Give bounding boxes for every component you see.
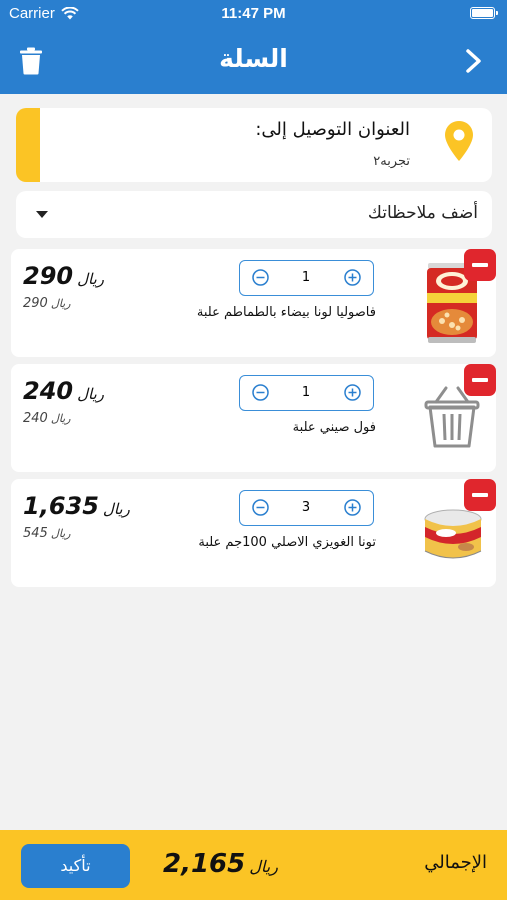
unit-price-amount: 240 xyxy=(23,411,48,426)
minus-circle-icon[interactable] xyxy=(252,384,269,401)
unit-price-amount: 290 xyxy=(23,296,48,311)
minus-circle-icon[interactable] xyxy=(252,269,269,286)
minus-circle-icon[interactable] xyxy=(252,499,269,516)
location-pin-icon xyxy=(445,121,473,161)
chevron-right-icon[interactable] xyxy=(465,48,483,74)
currency-label: ريال xyxy=(102,500,130,518)
grand-total: 2,165 ريال xyxy=(163,849,278,879)
delivery-address-card[interactable]: العنوان التوصيل إلى: تجربه٢ xyxy=(16,108,492,182)
item-total: 240 ريال xyxy=(23,377,104,405)
unit-price-amount: 545 xyxy=(23,526,48,541)
grand-total-amount: 2,165 xyxy=(163,849,246,879)
item-total-amount: 290 xyxy=(23,262,74,290)
cart-item: 1 فاصوليا لونا بيضاء بالطماطم علبة 290 ر… xyxy=(11,249,496,357)
caret-down-icon xyxy=(36,211,48,218)
cart-item: 1 فول صيني علبة 240 ريال 240 ريال xyxy=(11,364,496,472)
item-unit-price: 290 ريال xyxy=(23,296,71,311)
item-total: 1,635 ريال xyxy=(23,492,130,520)
notes-dropdown[interactable]: أضف ملاحظاتك xyxy=(16,191,492,238)
plus-circle-icon[interactable] xyxy=(344,269,361,286)
item-unit-price: 240 ريال xyxy=(23,411,71,426)
quantity-stepper: 1 xyxy=(239,260,374,296)
nav-bar: السلة xyxy=(0,28,507,94)
currency-label: ريال xyxy=(77,270,104,288)
plus-circle-icon[interactable] xyxy=(344,499,361,516)
currency-label: ريال xyxy=(77,385,104,403)
currency-label: ريال xyxy=(249,857,278,876)
item-name: فاصوليا لونا بيضاء بالطماطم علبة xyxy=(196,305,376,320)
status-bar: Carrier 11:47 PM xyxy=(0,0,507,28)
quantity-stepper: 3 xyxy=(239,490,374,526)
currency-label: ريال xyxy=(50,527,71,540)
cart-item: 3 تونا الغويزي الاصلي 100جم علبة 1,635 ر… xyxy=(11,479,496,587)
status-time: 11:47 PM xyxy=(221,5,286,22)
checkout-footer: تأكيد 2,165 ريال الإجمالي xyxy=(0,830,507,900)
remove-item-button[interactable] xyxy=(464,364,496,396)
remove-item-button[interactable] xyxy=(464,249,496,281)
item-unit-price: 545 ريال xyxy=(23,526,71,541)
item-total-amount: 240 xyxy=(23,377,74,405)
currency-label: ريال xyxy=(50,412,71,425)
item-total-amount: 1,635 xyxy=(23,492,99,520)
quantity-value: 3 xyxy=(301,500,311,515)
plus-circle-icon[interactable] xyxy=(344,384,361,401)
address-accent-bar xyxy=(16,108,40,182)
page-title: السلة xyxy=(219,44,288,73)
item-total: 290 ريال xyxy=(23,262,104,290)
notes-label: أضف ملاحظاتك xyxy=(367,203,478,223)
item-name: فول صيني علبة xyxy=(292,420,376,435)
quantity-value: 1 xyxy=(301,270,311,285)
currency-label: ريال xyxy=(50,297,71,310)
item-name: تونا الغويزي الاصلي 100جم علبة xyxy=(198,535,376,550)
address-label: العنوان التوصيل إلى: xyxy=(255,119,410,140)
quantity-stepper: 1 xyxy=(239,375,374,411)
address-value: تجربه٢ xyxy=(373,154,410,169)
battery-icon xyxy=(470,7,498,19)
confirm-button[interactable]: تأكيد xyxy=(21,844,130,888)
quantity-value: 1 xyxy=(301,385,311,400)
remove-item-button[interactable] xyxy=(464,479,496,511)
total-label: الإجمالي xyxy=(424,852,487,873)
